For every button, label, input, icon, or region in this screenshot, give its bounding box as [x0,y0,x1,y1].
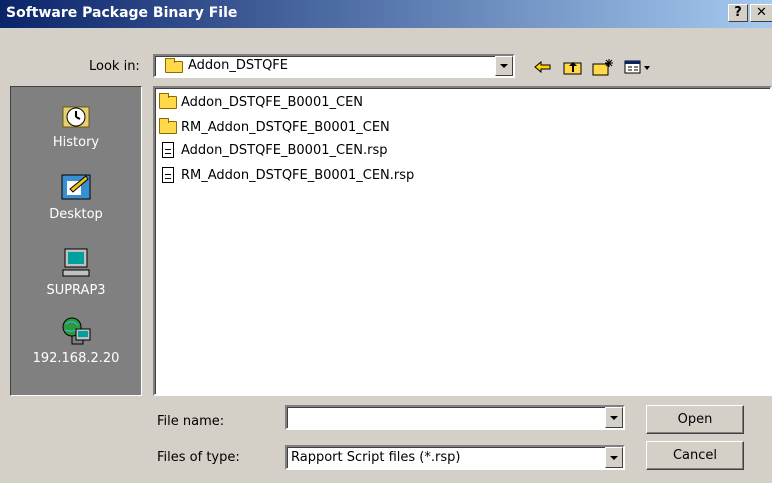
places-item-label: 192.168.2.20 [32,351,120,366]
file-name-dropdown-button[interactable] [605,407,623,428]
folder-icon [159,92,177,109]
list-item[interactable]: Addon_DSTQFE_B0001_CEN.rsp [159,140,388,160]
text-file-icon [162,167,174,183]
title-bar[interactable]: Software Package Binary File ? ✕ [0,0,772,28]
back-button[interactable] [532,56,554,78]
chevron-down-icon [500,64,508,68]
file-name: Addon_DSTQFE_B0001_CEN [181,94,364,110]
file-list[interactable]: Addon_DSTQFE_B0001_CEN RM_Addon_DSTQFE_B… [153,86,772,396]
computer-icon [62,248,90,277]
look-in-combobox[interactable]: Addon_DSTQFE [153,54,515,78]
file-name: RM_Addon_DSTQFE_B0001_CEN.rsp [181,167,415,183]
places-bar: History Desktop SUPRAP3 192.168.2.20 [10,86,142,396]
view-menu-button[interactable] [622,56,654,78]
up-one-level-icon [563,62,582,75]
list-item[interactable]: RM_Addon_DSTQFE_B0001_CEN.rsp [159,165,414,185]
create-new-folder-button[interactable] [591,56,615,78]
places-item-computer[interactable]: SUPRAP3 [11,247,141,298]
places-item-desktop[interactable]: Desktop [11,171,141,222]
back-arrow-icon [534,60,551,74]
files-of-type-label: Files of type: [157,450,240,465]
file-name: RM_Addon_DSTQFE_B0001_CEN [181,119,390,135]
places-item-history[interactable]: History [11,99,141,150]
close-icon: ✕ [756,5,767,20]
files-of-type-value: Rapport Script files (*.rsp) [291,450,461,465]
close-button[interactable]: ✕ [750,4,772,22]
chevron-down-icon [610,415,618,420]
file-name: Addon_DSTQFE_B0001_CEN.rsp [181,142,388,158]
file-name-input[interactable] [285,405,625,430]
open-button[interactable]: Open [646,405,744,434]
folder-icon [159,117,177,134]
folder-icon [165,58,183,73]
places-item-label: Desktop [49,207,103,222]
file-name-label: File name: [157,414,225,429]
chevron-down-icon [610,455,618,460]
places-item-network[interactable]: 192.168.2.20 [11,315,141,366]
help-button[interactable]: ? [728,4,748,22]
look-in-value: Addon_DSTQFE [188,58,288,73]
places-item-label: History [52,135,100,150]
files-of-type-select[interactable]: Rapport Script files (*.rsp) [285,445,625,470]
list-item[interactable]: Addon_DSTQFE_B0001_CEN [159,92,363,112]
files-of-type-dropdown-button[interactable] [605,447,623,468]
view-menu-icon [624,60,650,74]
look-in-dropdown-button[interactable] [495,56,513,76]
history-icon [62,106,90,128]
places-item-label: SUPRAP3 [46,283,106,298]
up-one-level-button[interactable] [562,56,584,78]
desktop-icon [61,174,91,200]
create-new-folder-icon [592,59,613,76]
network-icon [62,317,91,345]
text-file-icon [162,142,174,158]
window-title: Software Package Binary File [6,5,238,21]
cancel-button[interactable]: Cancel [646,441,744,470]
list-item[interactable]: RM_Addon_DSTQFE_B0001_CEN [159,117,390,137]
look-in-label: Look in: [89,59,140,74]
